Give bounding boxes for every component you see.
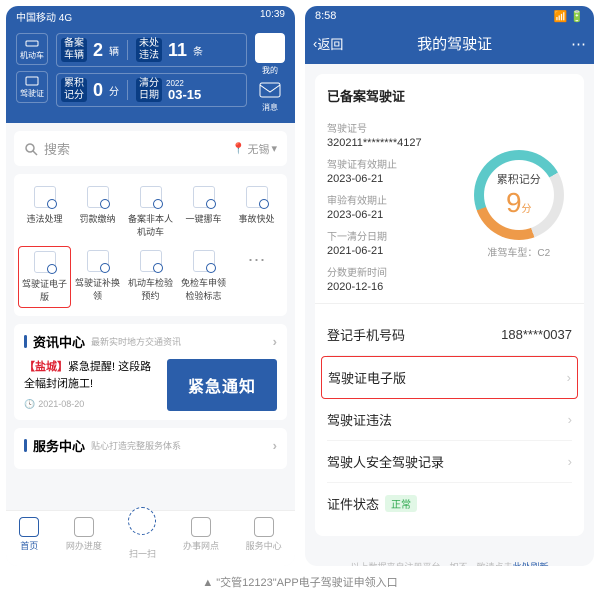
tab-branches[interactable]: 办事网点 — [183, 517, 219, 560]
avatar-icon — [255, 33, 285, 63]
license-card: 已备案驾驶证 驾驶证号 320211********4127 驾驶证有效期止 2… — [315, 74, 584, 536]
svc-accident[interactable]: 事故快处 — [230, 182, 283, 242]
tab-service[interactable]: 服务中心 — [246, 517, 282, 560]
car-icon — [25, 38, 39, 48]
score-gauge: 累积记分 9分 — [474, 150, 564, 240]
badge-icon — [193, 250, 215, 272]
home-icon — [19, 517, 39, 537]
row-violation[interactable]: 驾驶证违法› — [327, 399, 572, 441]
mail-icon — [259, 82, 281, 100]
swap-icon — [87, 250, 109, 272]
nav-bar: ‹ 返回 我的驾驶证 ⋯ — [305, 27, 594, 64]
row-phone[interactable]: 登记手机号码 188****0037 — [327, 314, 572, 356]
tab-home[interactable]: 首页 — [19, 517, 39, 560]
chevron-right-icon: › — [273, 438, 277, 453]
phone-value: 188****0037 — [501, 327, 572, 342]
status-time: 10:39 — [260, 9, 285, 24]
chevron-right-icon: › — [567, 370, 571, 385]
menu-button[interactable]: ⋯ — [566, 35, 586, 53]
svc-inspect[interactable]: 机动车检验预约 — [124, 246, 177, 308]
license-icon — [25, 76, 39, 86]
tab-scan[interactable]: 扫一扫 — [128, 517, 156, 560]
status-bar: 中国移动 4G 10:39 — [6, 6, 295, 27]
location-picker[interactable]: 📍无锡 ▾ — [232, 141, 277, 157]
status-bar: 8:58 📶 🔋 — [305, 6, 594, 27]
nav-license[interactable]: 驾驶证 — [16, 71, 48, 103]
signal-icon: 📶 🔋 — [554, 10, 584, 23]
nav-license-label: 驾驶证 — [20, 88, 44, 99]
svc-sticker[interactable]: 免检车申领检验标志 — [177, 246, 230, 308]
car-icon — [140, 186, 162, 208]
progress-icon — [74, 517, 94, 537]
news-section: 资讯中心 最新实时地方交通资讯 › 【盐城】紧急提醒! 这段路全幅封闭施工! 🕓… — [14, 324, 287, 420]
tab-progress[interactable]: 网办进度 — [66, 517, 102, 560]
image-caption: ▲ "交管12123"APP电子驾驶证申领入口 — [0, 566, 600, 598]
right-phone: 8:58 📶 🔋 ‹ 返回 我的驾驶证 ⋯ 已备案驾驶证 驾驶证号 320211… — [305, 6, 594, 566]
status-time: 8:58 — [315, 10, 336, 23]
calendar-icon — [140, 250, 162, 272]
search-icon — [24, 142, 38, 156]
service-section[interactable]: 服务中心 贴心打造完整服务体系 › — [14, 428, 287, 469]
tab-bar: 首页 网办进度 扫一扫 办事网点 服务中心 — [6, 510, 295, 566]
svc-elicense[interactable]: 驾驶证电子版 — [18, 246, 71, 308]
footnote: 以上数据来自注册平台，如不一致请点击此处刷新 — [305, 560, 594, 566]
svc-violation[interactable]: 违法处理 — [18, 182, 71, 242]
row-elicense[interactable]: 驾驶证电子版› — [321, 356, 578, 399]
chevron-right-icon: › — [568, 454, 572, 469]
status-badge: 正常 — [385, 495, 417, 512]
scan-icon — [128, 507, 156, 535]
news-banner: 紧急通知 — [167, 359, 277, 411]
location-icon — [191, 517, 211, 537]
left-phone: 中国移动 4G 10:39 机动车 驾驶证 备案车辆 2 辆 — [6, 6, 295, 566]
profile-button[interactable]: 我的 — [255, 33, 285, 76]
nav-vehicle-label: 机动车 — [20, 50, 44, 61]
crash-icon — [246, 186, 268, 208]
back-button[interactable]: ‹ 返回 — [313, 34, 343, 53]
news-header[interactable]: 资讯中心 最新实时地方交通资讯 › — [24, 332, 277, 351]
svc-fine[interactable]: 罚款缴纳 — [71, 182, 124, 242]
chevron-right-icon: › — [273, 334, 277, 349]
card-title: 已备案驾驶证 — [327, 86, 572, 105]
messages-button[interactable]: 消息 — [255, 82, 285, 113]
vehicle-class: 准驾车型：C2 — [487, 244, 550, 259]
header: 机动车 驾驶证 备案车辆 2 辆 未处违法 11 条 累积记 — [6, 27, 295, 123]
svc-movecar[interactable]: 一键挪车 — [177, 182, 230, 242]
tap-icon — [193, 186, 215, 208]
search-placeholder: 搜索 — [44, 139, 70, 158]
license-info: 驾驶证号 320211********4127 驾驶证有效期止 2023-06-… — [327, 115, 465, 293]
page-title: 我的驾驶证 — [343, 33, 566, 54]
stat-score[interactable]: 累积记分 0 分 清分日期 202203-15 — [56, 73, 247, 107]
row-status: 证件状态 正常 — [327, 483, 572, 524]
chevron-right-icon: › — [568, 412, 572, 427]
id-icon — [34, 251, 56, 273]
news-item[interactable]: 【盐城】紧急提醒! 这段路全幅封闭施工! 🕓2021-08-20 紧急通知 — [24, 359, 277, 412]
row-record[interactable]: 驾驶人安全驾驶记录› — [327, 441, 572, 483]
svc-replace[interactable]: 驾驶证补换领 — [71, 246, 124, 308]
nav-vehicle[interactable]: 机动车 — [16, 33, 48, 65]
svc-register[interactable]: 备案非本人机动车 — [124, 182, 177, 242]
search-bar[interactable]: 搜索 📍无锡 ▾ — [14, 131, 287, 166]
news-date: 🕓2021-08-20 — [24, 398, 159, 412]
receipt-icon — [87, 186, 109, 208]
services-grid: 违法处理 罚款缴纳 备案非本人机动车 一键挪车 事故快处 驾驶证电子版 驾驶证补… — [14, 174, 287, 316]
carrier-text: 中国移动 4G — [16, 9, 72, 24]
stat-plates[interactable]: 备案车辆 2 辆 未处违法 11 条 — [56, 33, 247, 67]
service-icon — [254, 517, 274, 537]
doc-icon — [34, 186, 56, 208]
svc-more[interactable]: ⋯ — [230, 246, 283, 308]
refresh-link[interactable]: 此处刷新 — [513, 562, 549, 566]
